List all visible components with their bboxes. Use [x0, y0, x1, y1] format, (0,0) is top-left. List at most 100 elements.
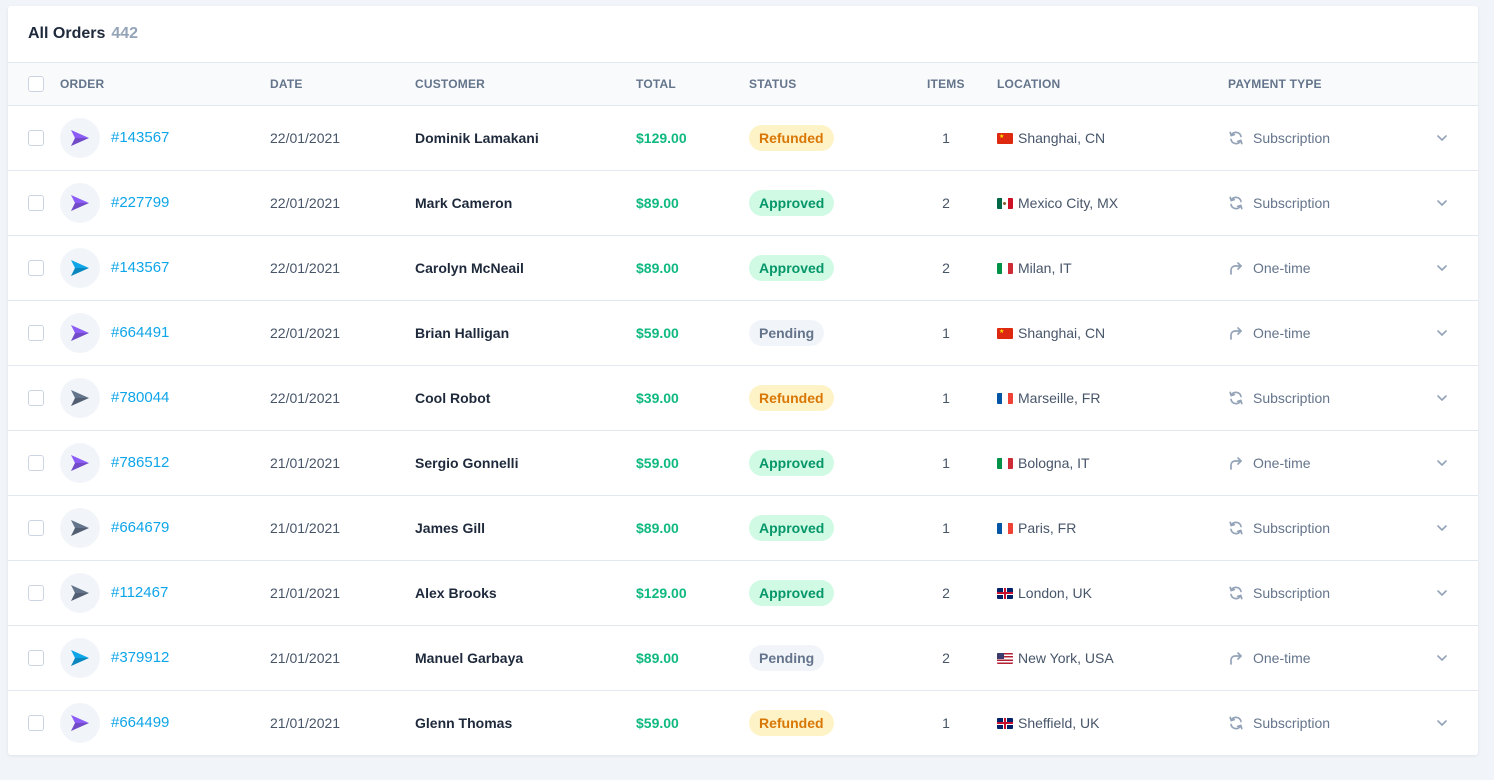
row-checkbox[interactable] [28, 130, 44, 146]
status-badge: Pending [749, 645, 825, 671]
column-header-customer[interactable]: Customer [415, 63, 485, 106]
send-icon [71, 325, 89, 341]
flag-fr-icon [997, 522, 1013, 534]
chevron-down-icon[interactable] [1435, 391, 1449, 405]
location-label: Mexico City, MX [1018, 195, 1119, 211]
column-header-items[interactable]: Items [927, 63, 965, 106]
order-link[interactable]: #112467 [111, 561, 168, 625]
location-label: Shanghai, CN [1018, 130, 1106, 146]
row-checkbox[interactable] [28, 455, 44, 471]
table-row[interactable]: #664679 21/01/2021 James Gill $89.00 App… [8, 496, 1478, 561]
chevron-down-icon[interactable] [1435, 651, 1449, 665]
payment-type-label: Subscription [1253, 390, 1331, 406]
order-link[interactable]: #379912 [111, 626, 169, 690]
row-checkbox[interactable] [28, 585, 44, 601]
column-header-location[interactable]: Location [997, 63, 1060, 106]
order-icon-wrap [60, 573, 100, 613]
payment-type: Subscription [1228, 366, 1330, 430]
redo-icon [1230, 327, 1242, 340]
customer-name: Sergio Gonnelli [415, 455, 519, 471]
table-row[interactable]: #664499 21/01/2021 Glenn Thomas $59.00 R… [8, 691, 1478, 755]
order-date: 22/01/2021 [270, 390, 341, 406]
table-body: #143567 22/01/2021 Dominik Lamakani $129… [8, 106, 1478, 755]
redo-icon [1230, 262, 1242, 275]
customer-name: Cool Robot [415, 390, 491, 406]
chevron-down-icon[interactable] [1435, 196, 1449, 210]
order-total: $129.00 [636, 130, 687, 146]
order-total: $59.00 [636, 455, 679, 471]
table-row[interactable]: #786512 21/01/2021 Sergio Gonnelli $59.0… [8, 431, 1478, 496]
table-row[interactable]: #227799 22/01/2021 Mark Cameron $89.00 A… [8, 171, 1478, 236]
order-link[interactable]: #780044 [111, 366, 169, 430]
location-label: Shanghai, CN [1018, 325, 1106, 341]
order-link[interactable]: #227799 [111, 171, 169, 235]
column-header-date[interactable]: Date [270, 63, 303, 106]
chevron-down-icon[interactable] [1435, 261, 1449, 275]
row-checkbox[interactable] [28, 325, 44, 341]
payment-type: Subscription [1228, 171, 1330, 235]
chevron-down-icon[interactable] [1435, 521, 1449, 535]
location: ★ Shanghai, CN [997, 106, 1105, 170]
order-icon-wrap [60, 703, 100, 743]
send-icon [71, 650, 89, 666]
payment-type: One-time [1228, 626, 1311, 690]
order-date: 21/01/2021 [270, 520, 341, 536]
row-checkbox[interactable] [28, 195, 44, 211]
order-icon-wrap [60, 183, 100, 223]
table-row[interactable]: #143567 22/01/2021 Dominik Lamakani $129… [8, 106, 1478, 171]
card-header: All Orders 442 [8, 6, 1478, 63]
order-link[interactable]: #143567 [111, 236, 169, 300]
column-header-order[interactable]: Order [60, 63, 104, 106]
table-row[interactable]: #143567 22/01/2021 Carolyn McNeail $89.0… [8, 236, 1478, 301]
order-link[interactable]: #143567 [111, 106, 169, 170]
order-link[interactable]: #786512 [111, 431, 169, 495]
location-label: Paris, FR [1018, 520, 1077, 536]
row-checkbox[interactable] [28, 715, 44, 731]
order-link[interactable]: #664679 [111, 496, 169, 560]
status-badge: Refunded [749, 710, 834, 736]
column-header-total[interactable]: Total [636, 63, 676, 106]
customer-name: Brian Halligan [415, 325, 510, 341]
item-count: 2 [942, 260, 950, 276]
flag-mx-icon [997, 197, 1013, 209]
refresh-icon [1229, 716, 1243, 730]
order-icon-wrap [60, 313, 100, 353]
status-badge: Pending [749, 320, 825, 346]
order-total: $59.00 [636, 715, 679, 731]
location: ★ Shanghai, CN [997, 301, 1105, 365]
table-row[interactable]: #379912 21/01/2021 Manuel Garbaya $89.00… [8, 626, 1478, 691]
chevron-down-icon[interactable] [1435, 716, 1449, 730]
row-checkbox[interactable] [28, 260, 44, 276]
customer-name: Mark Cameron [415, 195, 513, 211]
chevron-down-icon[interactable] [1435, 586, 1449, 600]
customer-name: James Gill [415, 520, 486, 536]
location: Milan, IT [997, 236, 1072, 300]
column-header-status[interactable]: Status [749, 63, 796, 106]
send-icon [71, 715, 89, 731]
payment-type-label: Subscription [1253, 715, 1331, 731]
order-link[interactable]: #664491 [111, 301, 169, 365]
order-total: $89.00 [636, 260, 679, 276]
row-checkbox[interactable] [28, 650, 44, 666]
table-row[interactable]: #112467 21/01/2021 Alex Brooks $129.00 A… [8, 561, 1478, 626]
status-badge: Approved [749, 450, 835, 476]
customer-name: Dominik Lamakani [415, 130, 539, 146]
chevron-down-icon[interactable] [1435, 456, 1449, 470]
table-row[interactable]: #780044 22/01/2021 Cool Robot $39.00 Ref… [8, 366, 1478, 431]
refresh-icon [1229, 131, 1243, 145]
row-checkbox[interactable] [28, 520, 44, 536]
location-label: Milan, IT [1018, 260, 1072, 276]
status-badge: Refunded [749, 125, 834, 151]
order-link[interactable]: #664499 [111, 691, 169, 755]
chevron-down-icon[interactable] [1435, 131, 1449, 145]
flag-us-icon [997, 652, 1013, 664]
table-row[interactable]: #664491 22/01/2021 Brian Halligan $59.00… [8, 301, 1478, 366]
row-checkbox[interactable] [28, 390, 44, 406]
payment-type-label: Subscription [1253, 130, 1331, 146]
select-all-checkbox[interactable] [28, 76, 44, 92]
status-badge: Approved [749, 255, 835, 281]
refresh-icon [1229, 521, 1243, 535]
chevron-down-icon[interactable] [1435, 326, 1449, 340]
column-header-payment-type[interactable]: Payment Type [1228, 63, 1322, 106]
flag-it-icon [997, 262, 1013, 274]
